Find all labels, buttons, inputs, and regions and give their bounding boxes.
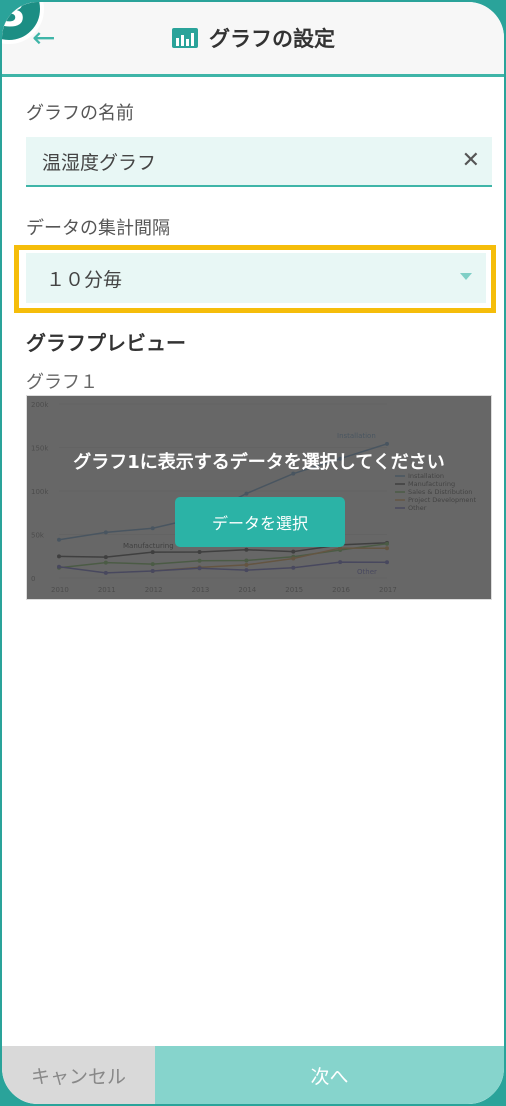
- page-title: グラフの設定: [209, 27, 335, 51]
- preview-section-title: グラフプレビュー: [26, 331, 186, 355]
- interval-select[interactable]: １０分毎: [26, 253, 486, 303]
- interval-label: データの集計間隔: [26, 218, 170, 239]
- graph-name-field[interactable]: ✕: [26, 137, 492, 187]
- interval-value: １０分毎: [46, 268, 123, 291]
- close-icon[interactable]: ✕: [462, 148, 480, 173]
- graph-label: グラフ１: [26, 372, 98, 393]
- settings-panel: ← グラフの設定 3 グラフの名前 ✕ データの集計間隔 １０分毎 グラフプレビ…: [0, 0, 506, 1106]
- chart-preview: 050k100k150k200k201020112012201320142015…: [26, 395, 492, 600]
- header: ← グラフの設定: [2, 2, 504, 77]
- next-button[interactable]: 次へ: [155, 1046, 504, 1104]
- header-title-group: グラフの設定: [171, 23, 335, 53]
- graph-name-label: グラフの名前: [26, 103, 134, 124]
- select-data-button[interactable]: データを選択: [175, 497, 345, 547]
- overlay-message: グラフ1に表示するデータを選択してください: [73, 452, 445, 473]
- graph-name-input[interactable]: [40, 149, 444, 173]
- cancel-button[interactable]: キャンセル: [2, 1046, 155, 1104]
- bar-chart-icon: [171, 26, 199, 50]
- chevron-down-icon: [460, 273, 472, 280]
- footer: キャンセル 次へ: [2, 1046, 504, 1104]
